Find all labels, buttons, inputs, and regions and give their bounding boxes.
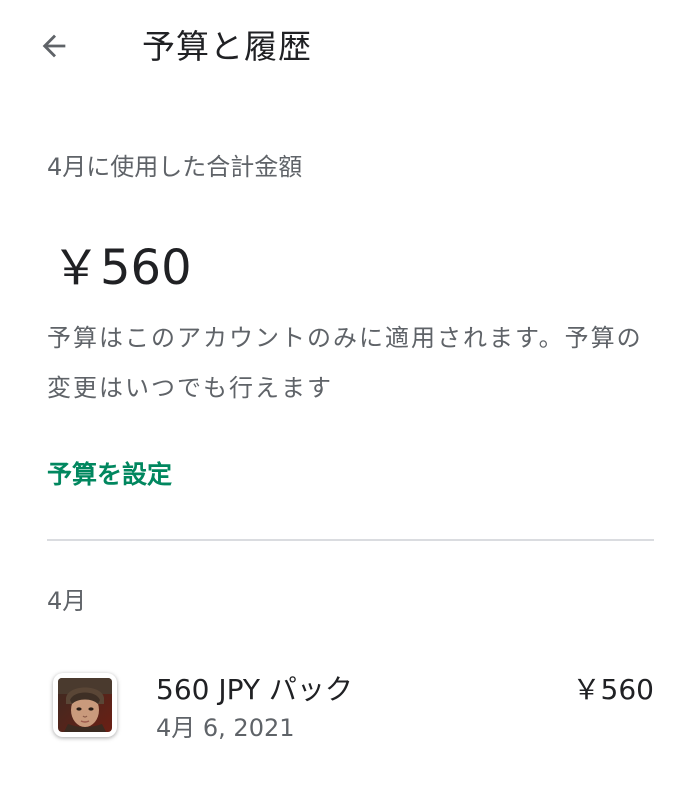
- item-date: 4月 6, 2021: [156, 714, 295, 742]
- budget-note: 予算はこのアカウントのみに適用されます。予算の変更はいつでも行えます: [47, 324, 643, 402]
- page-title: 予算と履歴: [142, 27, 312, 66]
- arrow-left-icon: [42, 34, 66, 58]
- divider: [47, 539, 654, 541]
- monthly-total-label: 4月に使用した合計金額: [47, 153, 303, 181]
- purchase-row[interactable]: 560 JPY パック 4月 6, 2021 ￥560: [0, 650, 700, 760]
- item-name: 560 JPY パック: [156, 673, 353, 706]
- item-price: ￥560: [572, 673, 654, 706]
- month-header: 4月: [47, 587, 87, 615]
- game-character-portrait-icon: [58, 678, 112, 732]
- monthly-total-amount: ￥560: [52, 240, 192, 296]
- back-button[interactable]: [30, 22, 78, 70]
- app-icon: [53, 673, 117, 737]
- app-bar: 予算と履歴: [0, 0, 700, 90]
- set-budget-button[interactable]: 予算を設定: [47, 455, 172, 491]
